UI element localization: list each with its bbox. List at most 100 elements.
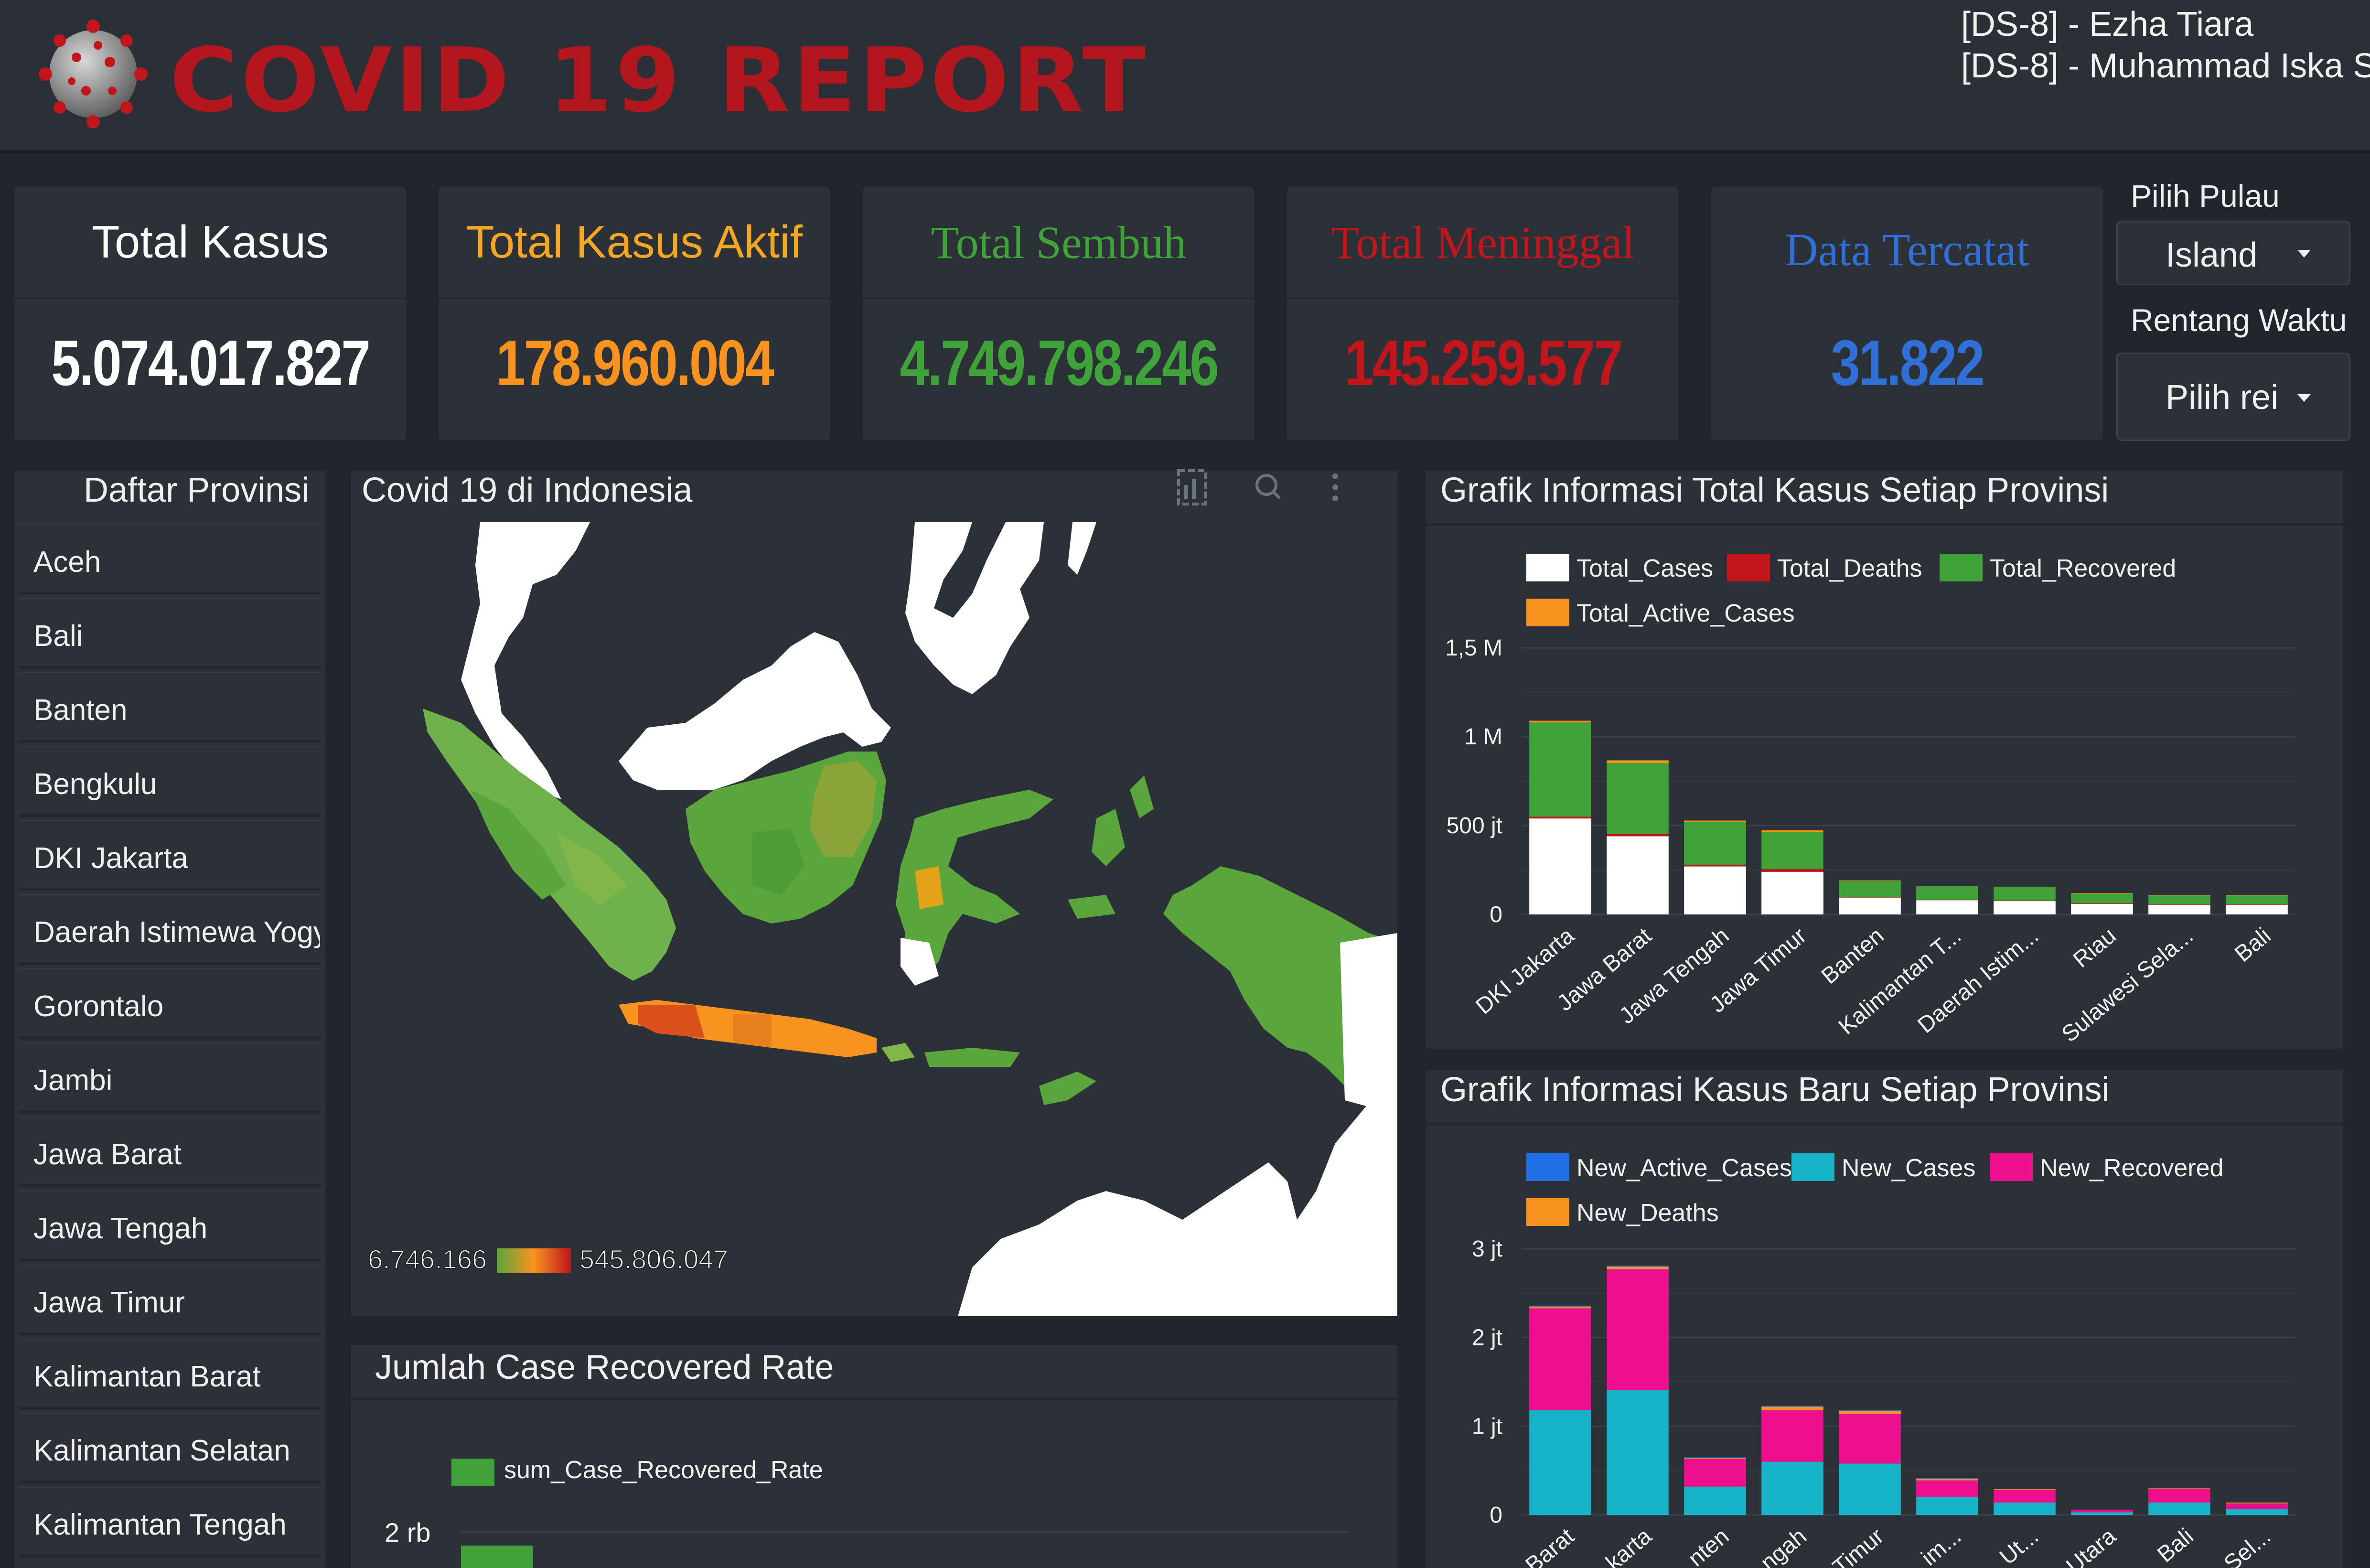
kpi-card-active-cases: Total Kasus Aktif 178.960.004	[439, 187, 830, 440]
zoom-icon[interactable]	[1249, 461, 1287, 514]
province-item-kalimantan-tengah[interactable]: Kalimantan Tengah	[19, 1487, 321, 1557]
bar[interactable]	[461, 1546, 533, 1568]
bar-segment[interactable]	[1607, 760, 1669, 763]
more-options-icon[interactable]	[1326, 461, 1345, 514]
bar-segment[interactable]	[1761, 830, 1823, 832]
total-cases-bar-chart[interactable]: Total_Cases Total_Deaths Total_Recovered To…	[1426, 526, 2343, 1049]
x-tick-label: karta	[1601, 1524, 1657, 1568]
province-item-kalimantan-barat[interactable]: Kalimantan Barat	[19, 1339, 321, 1409]
bar-segment[interactable]	[1916, 1478, 1978, 1481]
bar-segment[interactable]	[2071, 893, 2133, 894]
bar-segment[interactable]	[2226, 904, 2288, 914]
bar-segment[interactable]	[2148, 904, 2210, 914]
bar-segment[interactable]	[1529, 1305, 1591, 1307]
bar-segment[interactable]	[1761, 1410, 1823, 1462]
bar-segment[interactable]	[1607, 1266, 1669, 1267]
bar-segment[interactable]	[1684, 1458, 1746, 1460]
bar-segment[interactable]	[1607, 763, 1669, 834]
bar-segment[interactable]	[1607, 1269, 1669, 1390]
bar-segment[interactable]	[1529, 1308, 1591, 1410]
x-tick-label: Sulawesi Sela...	[2057, 923, 2198, 1047]
bar-segment[interactable]	[2226, 895, 2288, 904]
bar-segment[interactable]	[1761, 1406, 1823, 1407]
bar-segment[interactable]	[1994, 887, 2056, 901]
bar-segment[interactable]	[2148, 1489, 2210, 1503]
bar-segment[interactable]	[1529, 818, 1591, 914]
bar-segment[interactable]	[1684, 822, 1746, 865]
bar-segment[interactable]	[1684, 1459, 1746, 1487]
bar-segment[interactable]	[2148, 1503, 2210, 1515]
bar-segment[interactable]	[1916, 900, 1978, 914]
new-cases-bar-chart[interactable]: New_Active_Cases New_Cases New_Recovered Ne…	[1426, 1126, 2343, 1568]
bar-segment[interactable]	[1761, 1407, 1823, 1410]
province-item-jawa-timur[interactable]: Jawa Timur	[19, 1265, 321, 1335]
bar-segment[interactable]	[1839, 897, 1901, 898]
bar-segment[interactable]	[1916, 1497, 1978, 1515]
chart-view-icon[interactable]	[1173, 461, 1211, 514]
x-tick-label: Bali	[2230, 923, 2275, 967]
province-item-diy[interactable]: Daerah Istimewa Yogya...	[19, 894, 321, 965]
bar-segment[interactable]	[1607, 834, 1669, 837]
bar-segment[interactable]	[1916, 886, 1978, 900]
bar-segment[interactable]	[2148, 895, 2210, 904]
province-item-gorontalo[interactable]: Gorontalo	[19, 968, 321, 1039]
bar-segment[interactable]	[1684, 1457, 1746, 1459]
indonesia-map[interactable]: 6.746.166 545.806.047	[351, 522, 1397, 1316]
bar-segment[interactable]	[1994, 1503, 2056, 1515]
province-item-dki-jakarta[interactable]: DKI Jakarta	[19, 820, 321, 891]
bar-segment[interactable]	[1529, 816, 1591, 819]
bar-segment[interactable]	[2226, 1509, 2288, 1515]
bar-segment[interactable]	[1839, 1410, 1901, 1411]
x-tick-label: Riau	[2069, 923, 2121, 973]
bar-segment[interactable]	[1839, 897, 1901, 914]
bar-segment[interactable]	[1994, 901, 2056, 914]
bar-segment[interactable]	[2071, 903, 2133, 904]
bar-segment[interactable]	[2071, 893, 2133, 903]
bar-segment[interactable]	[1684, 820, 1746, 822]
bar-segment[interactable]	[1529, 1306, 1591, 1309]
bar-segment[interactable]	[1529, 1410, 1591, 1515]
bar-segment[interactable]	[1994, 1489, 2056, 1491]
bar-segment[interactable]	[1607, 1267, 1669, 1269]
province-item-aceh[interactable]: Aceh	[19, 524, 321, 595]
bar-segment[interactable]	[1529, 722, 1591, 817]
bar-segment[interactable]	[1916, 1478, 1978, 1479]
bar-segment[interactable]	[2148, 904, 2210, 905]
province-label: DKI Jakarta	[33, 842, 188, 875]
date-range-select[interactable]: Pilih rei	[2116, 353, 2350, 441]
x-tick-label: ngah	[1756, 1524, 1812, 1568]
bar-segment[interactable]	[1839, 1463, 1901, 1515]
bar-segment[interactable]	[1607, 836, 1669, 914]
bar-segment[interactable]	[1839, 1411, 1901, 1414]
bar-segment[interactable]	[1684, 1486, 1746, 1515]
bar-segment[interactable]	[1761, 871, 1823, 914]
bar-segment[interactable]	[1684, 866, 1746, 914]
bar-segment[interactable]	[1916, 1480, 1978, 1497]
bar-segment[interactable]	[1684, 864, 1746, 867]
province-item-jawa-barat[interactable]: Jawa Barat	[19, 1117, 321, 1187]
bar-segment[interactable]	[1761, 832, 1823, 870]
bar-segment[interactable]	[1529, 720, 1591, 723]
bar-segment[interactable]	[2226, 1503, 2288, 1509]
bar-segment[interactable]	[1839, 881, 1901, 897]
province-item-jambi[interactable]: Jambi	[19, 1042, 321, 1113]
bar-segment[interactable]	[2226, 1503, 2288, 1504]
province-item-bali[interactable]: Bali	[19, 598, 321, 669]
bar-segment[interactable]	[1761, 869, 1823, 872]
bar-segment[interactable]	[1994, 1490, 2056, 1503]
province-label: Daerah Istimewa Yogya...	[33, 916, 320, 949]
province-item-kalimantan-selatan[interactable]: Kalimantan Selatan	[19, 1413, 321, 1483]
bar-segment[interactable]	[2226, 904, 2288, 905]
province-item-banten[interactable]: Banten	[19, 672, 321, 743]
bar-segment[interactable]	[1607, 1390, 1669, 1515]
bar-segment[interactable]	[2148, 1488, 2210, 1490]
bar-segment[interactable]	[1761, 1461, 1823, 1515]
bar-segment[interactable]	[2071, 1512, 2133, 1515]
province-item-bengkulu[interactable]: Bengkulu	[19, 746, 321, 817]
province-item-jawa-tengah[interactable]: Jawa Tengah	[19, 1191, 321, 1261]
island-select[interactable]: Island	[2116, 221, 2350, 285]
bar-segment[interactable]	[1839, 1414, 1901, 1464]
bar-segment[interactable]	[2071, 1509, 2133, 1513]
panel-title: Daftar Provinsi	[84, 471, 310, 509]
bar-segment[interactable]	[2071, 903, 2133, 914]
